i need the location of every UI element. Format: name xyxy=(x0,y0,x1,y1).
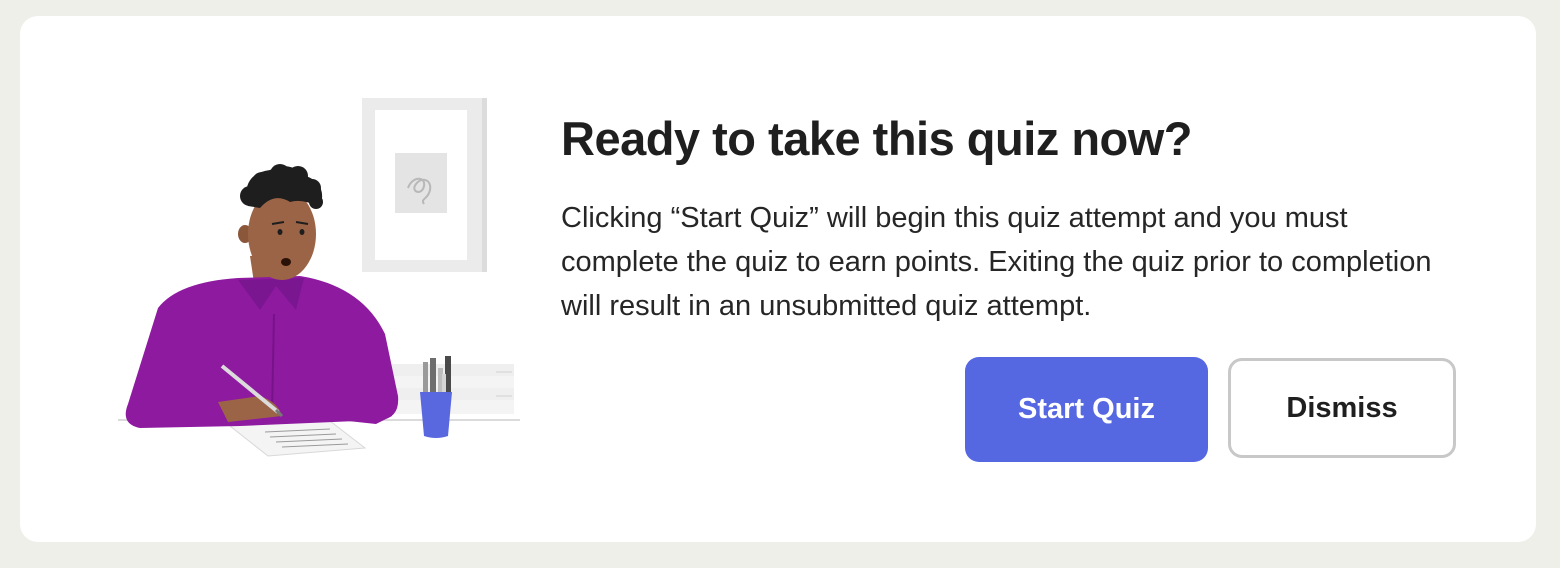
dialog-title: Ready to take this quiz now? xyxy=(561,112,1193,165)
person-writing-illustration xyxy=(100,96,530,476)
dismiss-button[interactable]: Dismiss xyxy=(1228,358,1456,458)
start-quiz-button[interactable]: Start Quiz xyxy=(965,357,1208,462)
pen-cup xyxy=(420,392,452,438)
wall-frame-picture xyxy=(362,98,487,272)
paper-sheet xyxy=(228,420,367,457)
person-head xyxy=(238,164,323,280)
dialog-content: Ready to take this quiz now? Clicking “S… xyxy=(561,112,1461,328)
dialog-actions: Start Quiz Dismiss xyxy=(965,357,1456,462)
quiz-start-card: Ready to take this quiz now? Clicking “S… xyxy=(20,16,1536,542)
dialog-description: Clicking “Start Quiz” will begin this qu… xyxy=(561,202,1432,323)
